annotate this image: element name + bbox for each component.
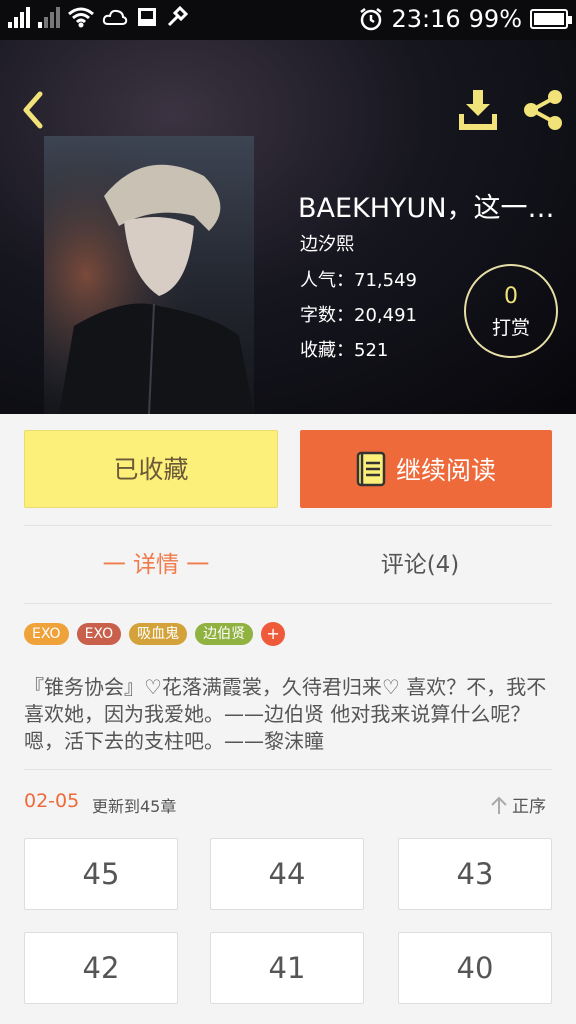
update-text: 更新到45章: [92, 797, 177, 816]
chapter-button[interactable]: 40: [398, 932, 552, 1004]
tag-list: EXO EXO 吸血鬼 边伯贤 +: [24, 622, 286, 646]
signal-icon: [8, 6, 30, 28]
divider: [24, 769, 552, 770]
word-count-label: 字数：: [300, 305, 354, 326]
reward-button[interactable]: 0 打赏: [464, 264, 558, 358]
chapter-button[interactable]: 45: [24, 838, 178, 910]
favorited-button[interactable]: 已收藏: [24, 430, 278, 508]
sort-order-toggle[interactable]: 正序: [490, 792, 546, 817]
book-cover[interactable]: [44, 136, 254, 414]
sort-order-label: 正序: [512, 797, 546, 817]
tag-vampire[interactable]: 吸血鬼: [129, 623, 188, 645]
signal-2-icon: [38, 6, 60, 28]
reward-label: 打赏: [491, 317, 530, 339]
update-date: 02-05: [24, 790, 80, 812]
tag-exo[interactable]: EXO: [76, 623, 122, 645]
notification-icon: [138, 8, 156, 26]
popularity-value: 71,549: [354, 270, 417, 291]
book-title: BAEKHYUN，这一…: [298, 193, 555, 224]
popularity-label: 人气：: [300, 270, 354, 291]
continue-reading-button[interactable]: 继续阅读: [300, 430, 552, 508]
favorites-label: 收藏：: [300, 340, 354, 361]
reward-count: 0: [504, 284, 518, 309]
cover-illustration: [44, 136, 254, 414]
wifi-icon: [68, 7, 94, 28]
add-tag-button[interactable]: +: [261, 622, 286, 646]
book-header: BAEKHYUN，这一… 边汐熙 人气：71,549 字数：20,491 收藏：…: [0, 40, 576, 414]
clock: 23:16: [391, 5, 461, 33]
tab-detail[interactable]: 一 详情 一: [24, 540, 288, 590]
popularity-stat: 人气：71,549: [300, 266, 417, 292]
book-icon: [356, 451, 386, 487]
divider: [24, 603, 552, 604]
alarm-icon: [360, 8, 383, 31]
share-icon[interactable]: [522, 88, 566, 132]
continue-reading-label: 继续阅读: [395, 456, 496, 485]
tab-comments[interactable]: 评论(4): [288, 540, 552, 590]
chapter-button[interactable]: 44: [210, 838, 364, 910]
book-description: 『锥务协会』♡花落满霞裳，久待君归来♡ 喜欢？不，我不喜欢她，因为我爱她。——边…: [24, 675, 547, 753]
battery-percent: 99%: [468, 5, 522, 33]
battery-icon: [530, 9, 572, 29]
chapter-button[interactable]: 43: [398, 838, 552, 910]
battery-fill: [534, 13, 564, 25]
tool-icon: [167, 6, 188, 27]
favorites-value: 521: [354, 340, 389, 361]
chapter-button[interactable]: 42: [24, 932, 178, 1004]
divider: [24, 525, 552, 526]
word-count-stat: 字数：20,491: [300, 301, 417, 327]
book-author[interactable]: 边汐熙: [300, 230, 354, 256]
favorites-stat: 收藏：521: [300, 336, 388, 362]
download-icon[interactable]: [456, 88, 500, 132]
status-bar: 23:16 99%: [0, 0, 576, 40]
tag-exo[interactable]: EXO: [24, 623, 69, 645]
chapter-button[interactable]: 41: [210, 932, 364, 1004]
status-left: [8, 6, 188, 28]
tag-baekhyun[interactable]: 边伯贤: [195, 623, 254, 645]
back-arrow-icon[interactable]: [18, 90, 48, 130]
sort-up-icon: [491, 796, 507, 814]
word-count-value: 20,491: [354, 305, 417, 326]
status-right: 23:16 99%: [359, 5, 572, 33]
cloud-icon: [102, 9, 128, 25]
